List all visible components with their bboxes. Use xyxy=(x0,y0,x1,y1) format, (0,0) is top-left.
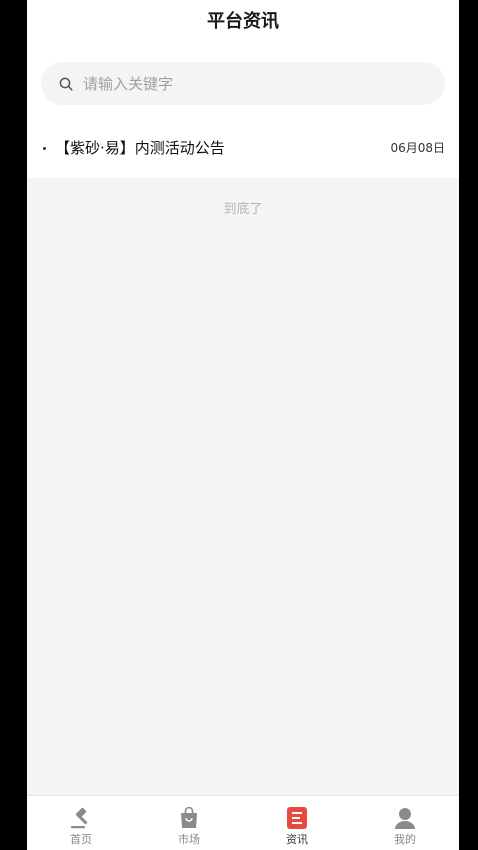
gavel-icon xyxy=(71,807,88,829)
tab-mine[interactable]: 我的 xyxy=(351,796,459,850)
bottom-tab-bar: 首页 市场 资讯 我的 xyxy=(27,795,459,850)
tab-mine-label: 我的 xyxy=(394,833,416,846)
tab-home[interactable]: 首页 xyxy=(27,796,135,850)
tab-news[interactable]: 资讯 xyxy=(243,796,351,850)
header: 平台资讯 【紫砂·易】内测活动公告 06月08日 xyxy=(27,0,459,178)
news-date: 06月08日 xyxy=(390,141,445,155)
tab-market[interactable]: 市场 xyxy=(135,796,243,850)
news-list-icon xyxy=(287,807,307,829)
tab-market-label: 市场 xyxy=(178,833,200,846)
news-list-item[interactable]: 【紫砂·易】内测活动公告 06月08日 xyxy=(27,130,459,166)
search-bar[interactable] xyxy=(41,62,445,105)
list-end-text: 到底了 xyxy=(223,202,263,217)
tab-home-label: 首页 xyxy=(70,833,92,846)
page-title: 平台资讯 xyxy=(207,11,279,32)
app-screen: 平台资讯 【紫砂·易】内测活动公告 06月08日 到底了 首页 xyxy=(27,0,459,850)
news-title[interactable]: 【紫砂·易】内测活动公告 xyxy=(55,137,225,159)
bullet-icon xyxy=(43,147,46,150)
search-input[interactable] xyxy=(83,74,423,93)
user-profile-icon xyxy=(395,808,415,829)
shopping-bag-icon xyxy=(181,806,197,828)
search-icon xyxy=(59,77,73,91)
tab-news-label: 资讯 xyxy=(286,833,308,846)
